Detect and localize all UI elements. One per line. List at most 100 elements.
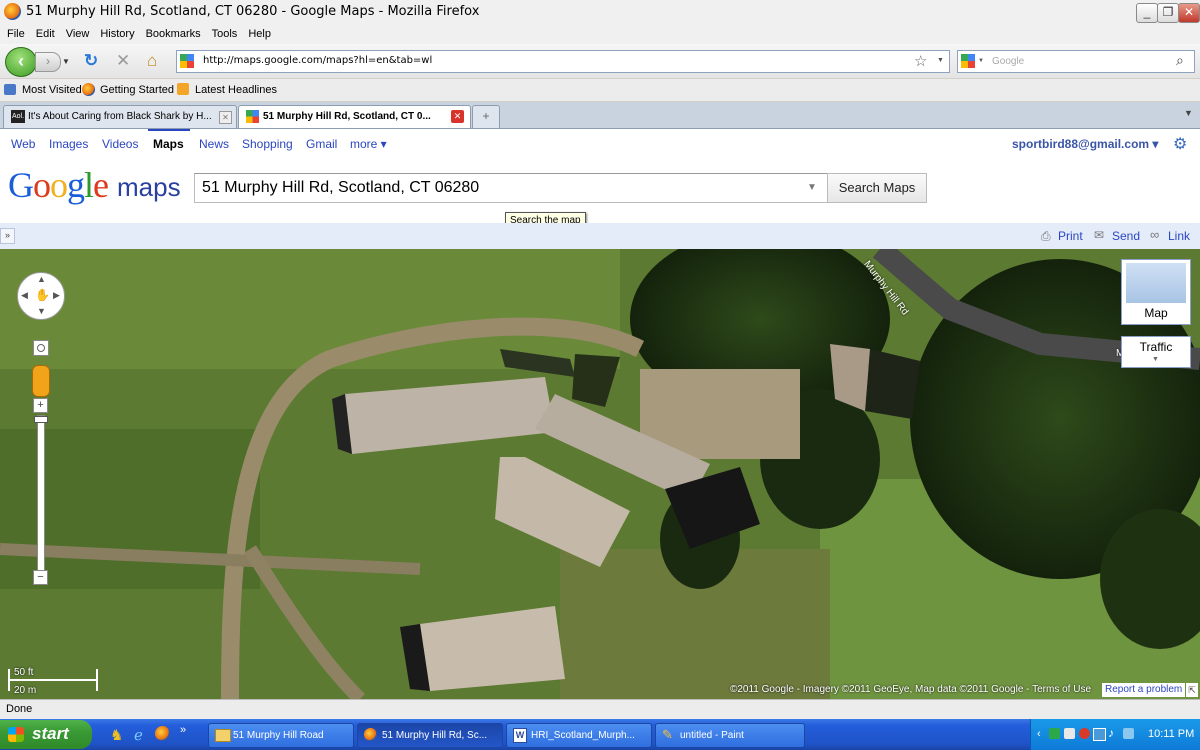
tab-close-icon[interactable]: ✕ [451,110,464,123]
quicklaunch-aim-icon[interactable]: ♞ [110,726,123,744]
search-maps-button[interactable]: Search Maps [827,173,927,203]
new-tab-button[interactable]: + [472,105,500,128]
zoom-out-button[interactable]: − [33,570,48,585]
menu-tools[interactable]: Tools [212,24,238,44]
map-type-label: Map [1144,306,1168,320]
history-dropdown-icon[interactable]: ▼ [62,57,70,66]
google-link-videos[interactable]: Videos [102,137,138,151]
url-dropdown-icon[interactable]: ▼ [937,57,944,64]
pan-right-icon[interactable]: ▶ [53,290,60,301]
google-link-gmail[interactable]: Gmail [306,137,337,151]
traffic-button[interactable]: Traffic ▼ [1121,336,1191,368]
maximize-button[interactable]: ❐ [1157,3,1179,23]
menu-edit[interactable]: Edit [36,24,55,44]
tray-misc-icon[interactable] [1123,728,1134,739]
folder-icon [215,729,231,742]
windows-taskbar: start ♞ ℯ » 51 Murphy Hill Road 51 Murph… [0,719,1200,750]
quicklaunch-ie-icon[interactable]: ℯ [134,726,143,744]
tray-monitor-icon[interactable] [1093,728,1106,741]
back-button[interactable]: ‹ [5,47,37,77]
pan-left-icon[interactable]: ◀ [21,290,28,301]
forward-button[interactable]: › [35,52,61,72]
report-problem-link[interactable]: Report a problem [1102,683,1186,697]
google-logo[interactable]: Google [8,165,109,205]
link-link[interactable]: Link [1168,229,1190,243]
clock[interactable]: 10:11 PM [1148,728,1194,740]
taskbar-item-paint[interactable]: ✎ untitled - Paint [655,723,805,748]
zoom-slider-handle[interactable] [34,416,48,423]
google-favicon-icon [180,54,194,68]
pan-up-icon[interactable]: ▲ [37,274,46,284]
tab-google-maps[interactable]: 51 Murphy Hill Rd, Scotland, CT 0... ✕ [238,105,471,128]
scale-feet: 50 ft [14,667,34,678]
tab-close-icon[interactable]: ✕ [219,111,232,124]
menu-history[interactable]: History [100,24,134,44]
account-menu[interactable]: sportbird88@gmail.com ▾ [1012,137,1158,151]
window-title: 51 Murphy Hill Rd, Scotland, CT 06280 - … [26,4,480,19]
google-link-more[interactable]: more ▾ [350,137,387,151]
search-history-dropdown-icon[interactable]: ▼ [807,182,817,193]
url-bar[interactable]: http://maps.google.com/maps?hl=en&tab=wl… [176,50,950,73]
settings-gear-icon[interactable]: ⚙ [1173,134,1187,154]
google-link-news[interactable]: News [199,137,229,151]
taskbar-item-firefox[interactable]: 51 Murphy Hill Rd, Sc... [357,723,503,748]
pan-down-icon[interactable]: ▼ [37,306,46,316]
resize-corner-icon[interactable]: ⇱ [1186,683,1198,697]
start-button[interactable]: start [0,720,92,749]
taskbar-item-folder[interactable]: 51 Murphy Hill Road [208,723,354,748]
taskbar-item-word[interactable]: W HRI_Scotland_Murph... [506,723,652,748]
reload-icon[interactable]: ↻ [84,52,98,69]
firefox-logo-icon [4,3,21,20]
send-link[interactable]: Send [1112,229,1140,243]
rss-feed-icon [177,83,189,95]
google-link-web[interactable]: Web [11,137,35,151]
zoom-slider-track[interactable] [37,415,45,573]
tray-volume-icon[interactable]: ♪ [1108,726,1114,740]
url-text[interactable]: http://maps.google.com/maps?hl=en&tab=wl [203,55,432,66]
status-text: Done [6,703,33,715]
stop-icon[interactable]: ✕ [116,52,130,69]
menu-file[interactable]: File [7,24,25,44]
google-tab-favicon-icon [246,110,259,123]
pegman-icon[interactable] [32,365,50,397]
bookmark-star-icon[interactable]: ☆ [914,52,927,70]
hand-icon: ✋ [35,288,50,302]
satellite-map[interactable]: Murphy Hill Rd M ▲ ▼ ◀ ▶ ✋ + − Map Traff… [0,249,1200,699]
tray-network-icon[interactable] [1064,728,1075,739]
map-search-value[interactable]: 51 Murphy Hill Rd, Scotland, CT 06280 [202,179,479,197]
engine-dropdown-icon[interactable]: ▼ [978,58,984,64]
selected-indicator [148,129,190,131]
tab-black-shark[interactable]: Aol. It's About Caring from Black Shark … [3,105,237,128]
menu-bookmarks[interactable]: Bookmarks [146,24,201,44]
search-engine-icon[interactable] [961,54,975,68]
quicklaunch-more-icon[interactable]: » [180,724,186,736]
map-search-input[interactable]: 51 Murphy Hill Rd, Scotland, CT 06280 ▼ [194,173,828,203]
menu-help[interactable]: Help [248,24,271,44]
zoom-in-button[interactable]: + [33,398,48,413]
google-link-images[interactable]: Images [49,137,88,151]
close-button[interactable]: ✕ [1178,3,1200,23]
google-link-shopping[interactable]: Shopping [242,137,293,151]
magnifier-icon[interactable]: ⌕ [1176,52,1184,69]
home-icon[interactable]: ⌂ [147,52,157,69]
search-bar[interactable]: ▼ Google ⌕ [957,50,1195,73]
list-all-tabs-icon[interactable]: ▼ [1184,108,1193,118]
bookmark-latest-headlines[interactable]: Latest Headlines [195,84,277,96]
expand-panel-button[interactable]: » [0,228,15,244]
tray-expand-icon[interactable]: ‹ [1037,728,1041,740]
back-arrow-icon: ‹ [18,51,24,71]
pan-control[interactable]: ▲ ▼ ◀ ▶ ✋ [17,272,65,320]
google-link-maps[interactable]: Maps [153,137,184,151]
menu-view[interactable]: View [66,24,90,44]
bookmark-most-visited[interactable]: Most Visited [22,84,82,96]
minimize-button[interactable]: _ [1136,3,1158,23]
search-placeholder[interactable]: Google [992,56,1024,67]
tray-alert-icon[interactable] [1079,728,1090,739]
bookmark-getting-started[interactable]: Getting Started [100,84,174,96]
quicklaunch-firefox-icon[interactable] [155,726,170,741]
traffic-dropdown-icon[interactable]: ▼ [1152,356,1159,363]
print-link[interactable]: Print [1058,229,1083,243]
rotate-reset-button[interactable] [33,340,49,356]
tray-security-icon[interactable] [1049,728,1060,739]
map-type-button[interactable]: Map [1121,259,1191,325]
